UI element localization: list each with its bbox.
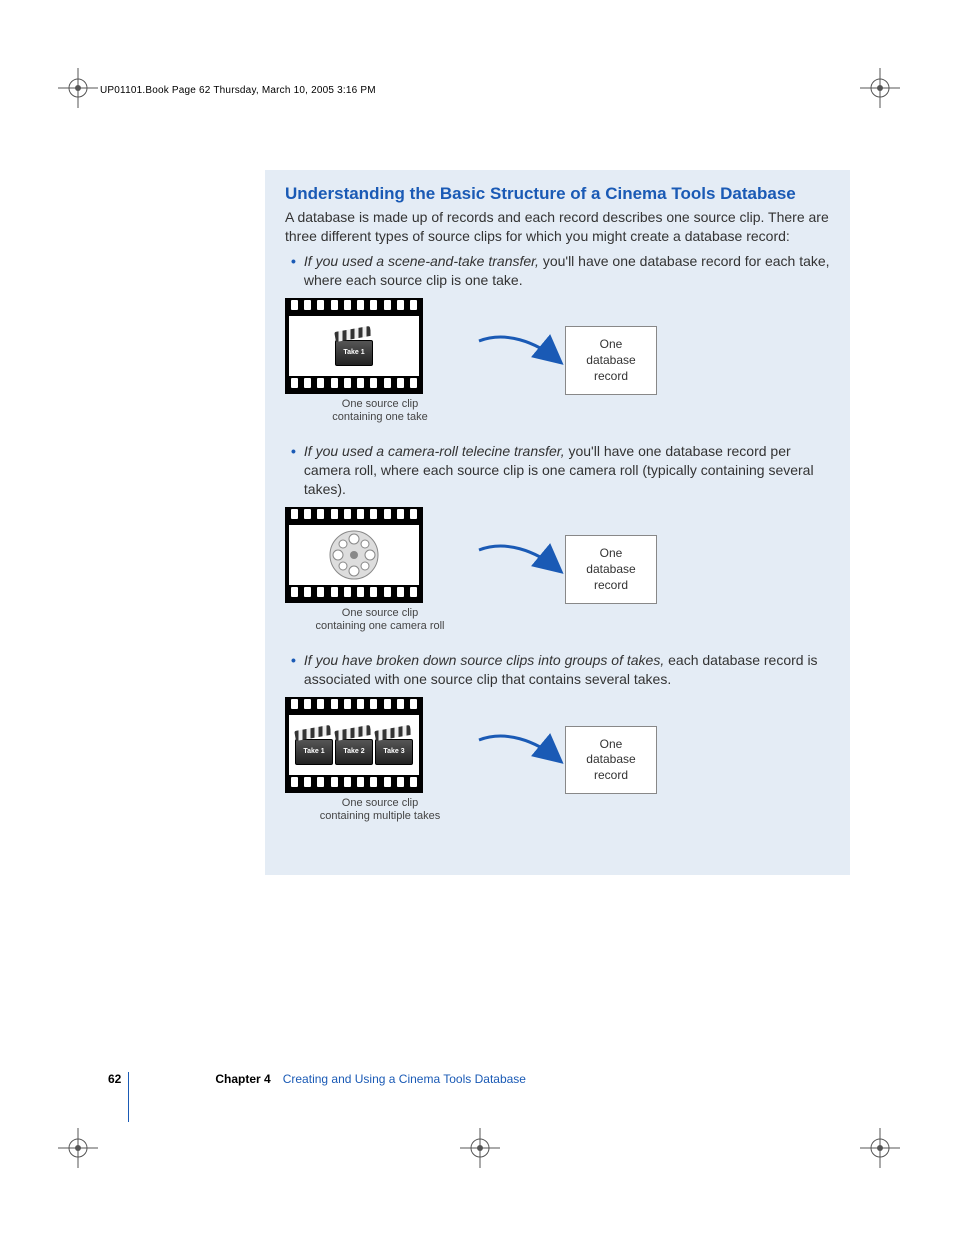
bullet-item: • If you used a camera-roll telecine tra… (287, 442, 830, 499)
caption-line: One source clip (342, 797, 418, 809)
crop-mark-bc (460, 1128, 500, 1168)
filmstrip-icon: Take 1 Take 2 Take 3 (285, 697, 423, 793)
record-line: database (586, 752, 635, 766)
caption-line: containing multiple takes (320, 810, 440, 822)
bullet-dot: • (291, 651, 296, 689)
page-number: 62 (108, 1072, 121, 1086)
crop-mark-br (860, 1128, 900, 1168)
filmstrip-icon (285, 507, 423, 603)
diagram-1: Take 1 One source clip containing one ta… (285, 298, 830, 424)
diagram-caption: One source clip containing one camera ro… (285, 607, 475, 633)
record-line: One (600, 546, 623, 560)
bullet-item: • If you used a scene-and-take transfer,… (287, 252, 830, 290)
film-reel-icon (328, 529, 380, 581)
slate-label: Take 2 (343, 748, 364, 755)
chapter-label: Chapter 4 (215, 1072, 270, 1086)
record-line: record (594, 768, 628, 782)
crop-mark-tl (58, 68, 98, 108)
print-header: UP01101.Book Page 62 Thursday, March 10,… (100, 85, 376, 96)
bullet-lead: If you have broken down source clips int… (304, 652, 664, 668)
record-box: One database record (565, 726, 657, 795)
diagram-3: Take 1 Take 2 Take 3 One source clip con… (285, 697, 830, 823)
caption-line: containing one take (332, 411, 427, 423)
caption-line: containing one camera roll (315, 620, 444, 632)
caption-line: One source clip (342, 398, 418, 410)
bullet-dot: • (291, 442, 296, 499)
page-footer: 62 Chapter 4 Creating and Using a Cinema… (108, 1072, 526, 1086)
record-box: One database record (565, 326, 657, 395)
slate-label: Take 3 (383, 748, 404, 755)
arrow-icon (475, 540, 565, 600)
record-line: record (594, 369, 628, 383)
slate-icon: Take 2 (336, 725, 372, 765)
record-line: record (594, 578, 628, 592)
chapter-title: Creating and Using a Cinema Tools Databa… (283, 1072, 526, 1086)
slate-label: Take 1 (303, 748, 324, 755)
arrow-icon (475, 730, 565, 790)
bullet-lead: If you used a camera-roll telecine trans… (304, 443, 565, 459)
slate-label: Take 1 (343, 349, 364, 356)
diagram-caption: One source clip containing multiple take… (285, 797, 475, 823)
record-line: database (586, 353, 635, 367)
record-line: One (600, 737, 623, 751)
slate-icon: Take 3 (376, 725, 412, 765)
diagram-2: One source clip containing one camera ro… (285, 507, 830, 633)
crop-mark-tr (860, 68, 900, 108)
bullet-dot: • (291, 252, 296, 290)
bullet-item: • If you have broken down source clips i… (287, 651, 830, 689)
crop-mark-bl (58, 1128, 98, 1168)
intro-paragraph: A database is made up of records and eac… (285, 208, 830, 246)
record-line: One (600, 337, 623, 351)
caption-line: One source clip (342, 607, 418, 619)
slate-icon: Take 1 (296, 725, 332, 765)
record-line: database (586, 562, 635, 576)
arrow-icon (475, 331, 565, 391)
section-title: Understanding the Basic Structure of a C… (285, 184, 830, 204)
content-box: Understanding the Basic Structure of a C… (265, 170, 850, 875)
filmstrip-icon: Take 1 (285, 298, 423, 394)
slate-icon: Take 1 (336, 326, 372, 366)
bullet-lead: If you used a scene-and-take transfer, (304, 253, 539, 269)
diagram-caption: One source clip containing one take (285, 398, 475, 424)
record-box: One database record (565, 535, 657, 604)
